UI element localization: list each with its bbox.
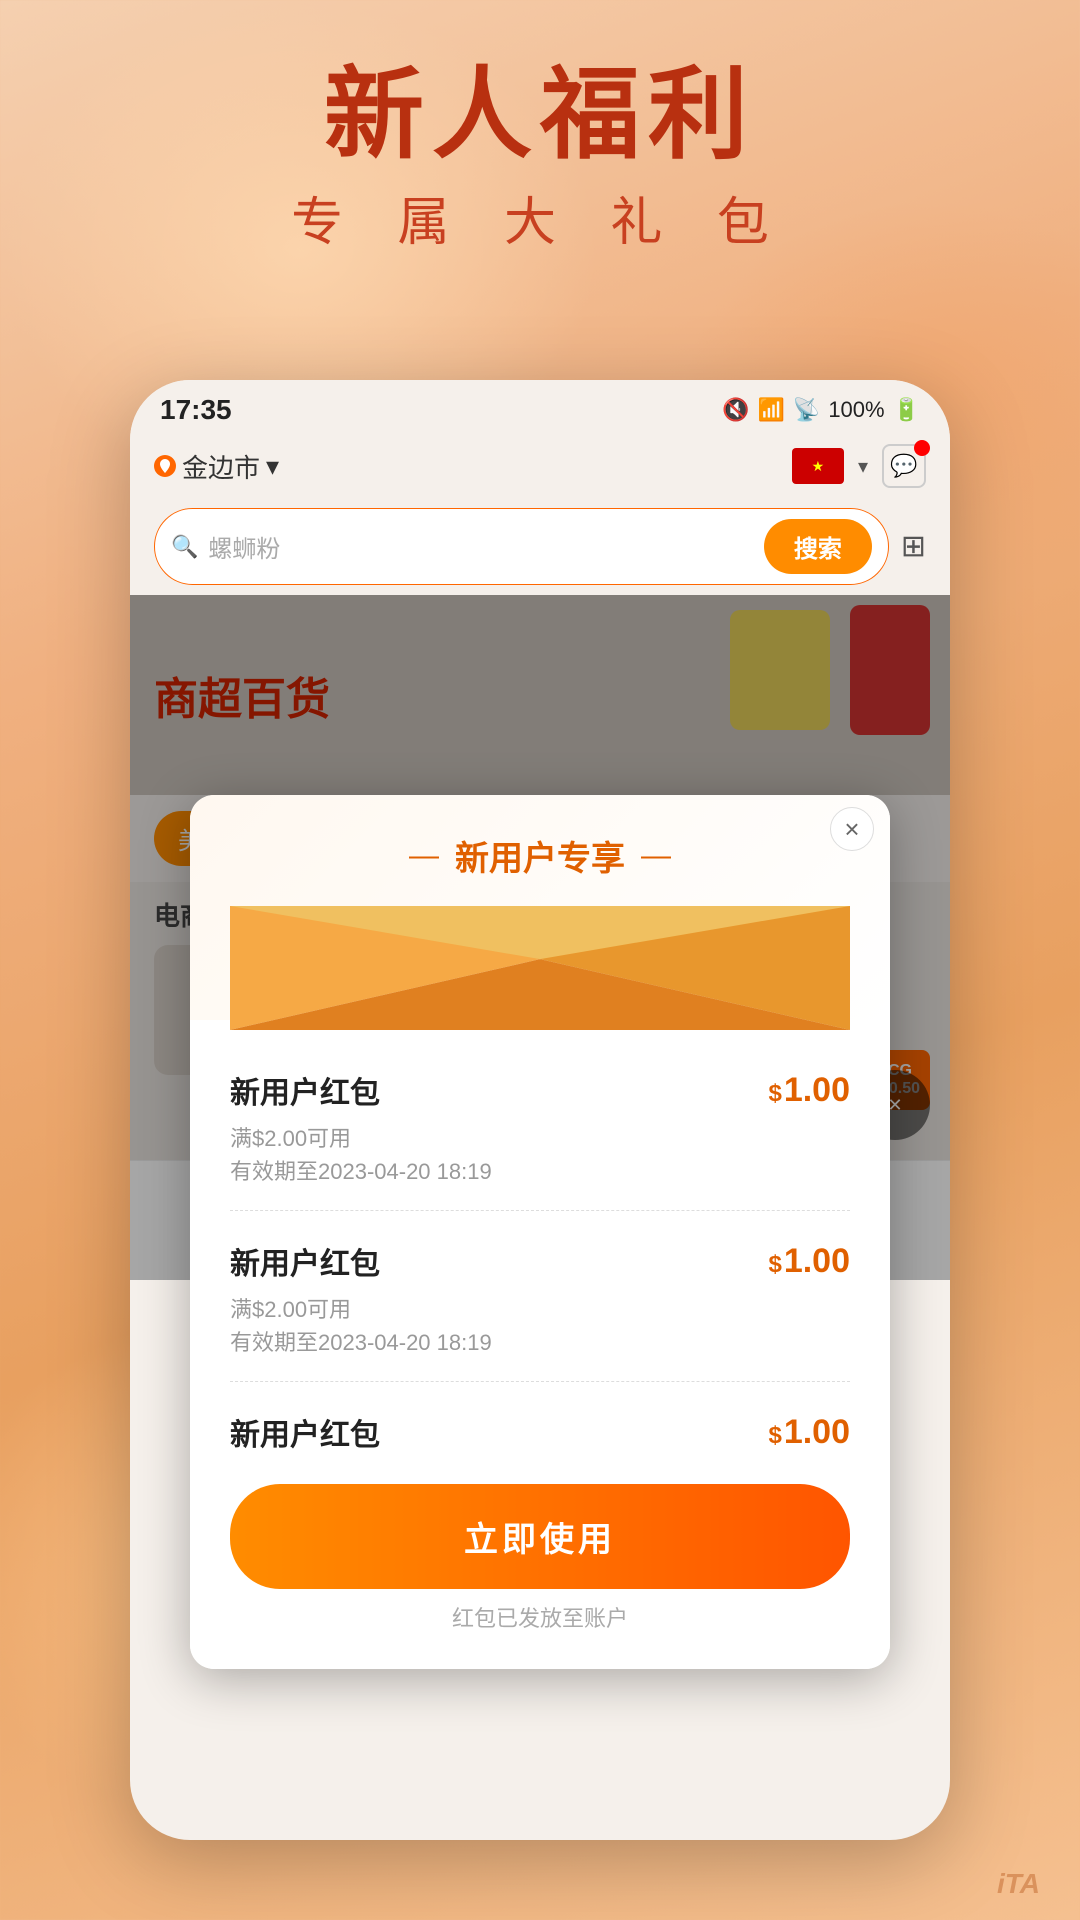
app-content: 商超百货 美食 奶茶 电商 仓 生活 bbox=[130, 595, 950, 1280]
coupon-expiry-0: 有效期至2023-04-20 18:19 bbox=[230, 1155, 850, 1188]
status-bar: 17:35 🔇 📶 📡 100% 🔋 bbox=[130, 380, 950, 434]
chat-button[interactable]: 💬 bbox=[882, 444, 926, 488]
header-section: 新人福利 专 属 大 礼 包 bbox=[0, 60, 1080, 255]
phone-mockup: 17:35 🔇 📶 📡 100% 🔋 金边市 ▾ ★ ▾ 💬 bbox=[130, 380, 950, 1840]
coupon-amount-1: $1.00 bbox=[768, 1242, 850, 1281]
mute-icon: 🔇 bbox=[722, 397, 749, 423]
coupon-row1-1: 新用户红包 $1.00 bbox=[230, 1239, 850, 1283]
modal-title-row: — 新用户专享 — bbox=[230, 831, 850, 880]
wifi-icon: 📶 bbox=[758, 397, 785, 423]
envelope-flap bbox=[230, 880, 850, 1020]
status-time: 17:35 bbox=[160, 394, 232, 426]
chat-badge bbox=[914, 440, 930, 456]
envelope-top: — 新用户专享 — bbox=[190, 795, 890, 1020]
chat-bubble-icon: 💬 bbox=[890, 453, 917, 479]
title-dash-right: — bbox=[641, 839, 671, 873]
envelope-flap-svg bbox=[230, 906, 850, 1030]
title-dash-left: — bbox=[409, 839, 439, 873]
chevron-flag-icon: ▾ bbox=[858, 454, 868, 479]
coupon-amount-0: $1.00 bbox=[768, 1071, 850, 1110]
location-area[interactable]: 金边市 ▾ bbox=[154, 448, 279, 485]
flag-button[interactable]: ★ bbox=[792, 448, 844, 484]
coupon-condition-0: 满$2.00可用 bbox=[230, 1122, 850, 1155]
page-title: 新人福利 bbox=[0, 60, 1080, 170]
coupon-condition-1: 满$2.00可用 bbox=[230, 1293, 850, 1326]
search-placeholder-text: 螺蛳粉 bbox=[208, 529, 753, 564]
search-icon: 🔍 bbox=[171, 534, 198, 560]
modal-close-button[interactable]: × bbox=[830, 807, 874, 851]
coupon-card-0: 新用户红包 $1.00 满$2.00可用 有效期至2023-04-20 18:1… bbox=[230, 1040, 850, 1211]
coupon-card-2: 新用户红包 $1.00 bbox=[230, 1382, 850, 1454]
chevron-down-icon: ▾ bbox=[266, 451, 279, 482]
modal-overlay[interactable]: × — 新用户专享 — bbox=[130, 595, 950, 1280]
use-button-note: 红包已发放至账户 bbox=[230, 1601, 850, 1653]
coupon-desc-1: 满$2.00可用 有效期至2023-04-20 18:19 bbox=[230, 1293, 850, 1359]
flag-star-icon: ★ bbox=[812, 458, 825, 475]
search-bar: 🔍 螺蛳粉 搜索 ⊞ bbox=[130, 498, 950, 595]
currency-2: $ bbox=[768, 1422, 781, 1449]
coupon-name-2: 新用户红包 bbox=[230, 1410, 380, 1454]
nav-right: ★ ▾ 💬 bbox=[792, 444, 926, 488]
use-button[interactable]: 立即使用 bbox=[230, 1484, 850, 1589]
coupon-desc-0: 满$2.00可用 有效期至2023-04-20 18:19 bbox=[230, 1122, 850, 1188]
scan-icon[interactable]: ⊞ bbox=[901, 529, 926, 564]
location-icon bbox=[154, 455, 176, 477]
signal-icon: 📡 bbox=[793, 397, 820, 423]
coupons-area: 新用户红包 $1.00 满$2.00可用 有效期至2023-04-20 18:1… bbox=[190, 1020, 890, 1454]
coupon-name-0: 新用户红包 bbox=[230, 1068, 380, 1112]
battery-icon: 🔋 bbox=[893, 397, 920, 423]
coupon-amount-2: $1.00 bbox=[768, 1413, 850, 1452]
coupon-row1-0: 新用户红包 $1.00 bbox=[230, 1068, 850, 1112]
page-subtitle: 专 属 大 礼 包 bbox=[0, 180, 1080, 255]
status-icons: 🔇 📶 📡 100% 🔋 bbox=[722, 397, 920, 423]
battery-text: 100% bbox=[828, 397, 884, 423]
search-input-wrap[interactable]: 🔍 螺蛳粉 搜索 bbox=[154, 508, 889, 585]
currency-1: $ bbox=[768, 1251, 781, 1278]
nav-bar: 金边市 ▾ ★ ▾ 💬 bbox=[130, 434, 950, 498]
coupon-expiry-1: 有效期至2023-04-20 18:19 bbox=[230, 1326, 850, 1359]
coupon-name-1: 新用户红包 bbox=[230, 1239, 380, 1283]
modal-title: 新用户专享 bbox=[455, 831, 625, 880]
ita-watermark: iTA bbox=[997, 1868, 1040, 1900]
search-button[interactable]: 搜索 bbox=[764, 519, 872, 574]
coupon-row1-2: 新用户红包 $1.00 bbox=[230, 1410, 850, 1454]
coupon-card-1: 新用户红包 $1.00 满$2.00可用 有效期至2023-04-20 18:1… bbox=[230, 1211, 850, 1382]
use-button-wrap: 立即使用 红包已发放至账户 bbox=[190, 1464, 890, 1669]
currency-0: $ bbox=[768, 1080, 781, 1107]
coupon-modal: × — 新用户专享 — bbox=[190, 795, 890, 1669]
location-label: 金边市 bbox=[182, 448, 260, 485]
